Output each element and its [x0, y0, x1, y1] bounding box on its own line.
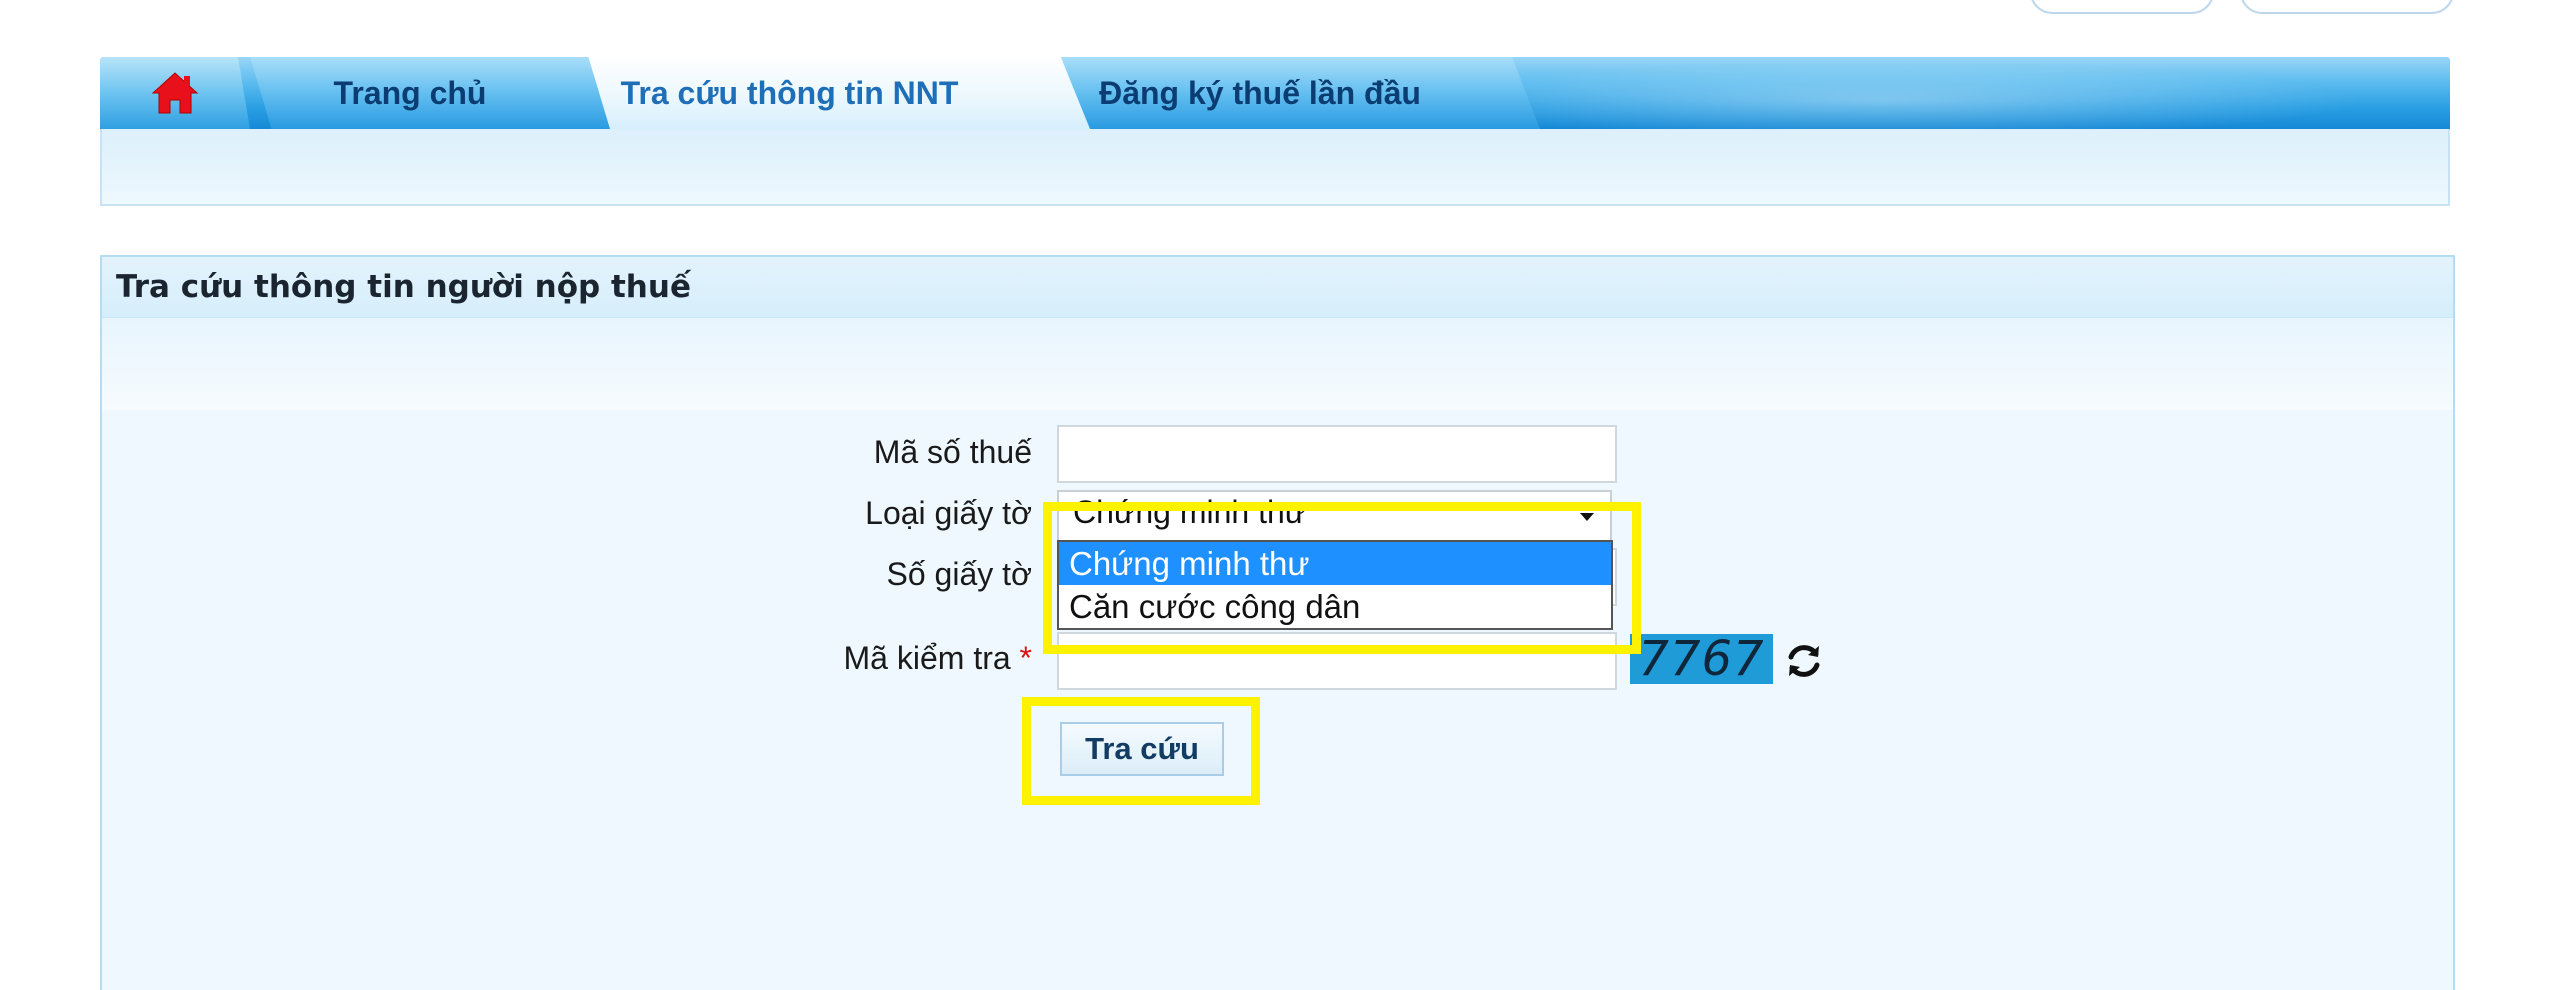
captcha-input[interactable] — [1057, 632, 1617, 690]
tab-first-registration-label: Đăng ký thuế lần đầu — [1099, 74, 1421, 111]
doc-type-option-citizen-id[interactable]: Căn cước công dân — [1059, 585, 1611, 628]
home-icon — [151, 72, 199, 114]
top-right-button-1[interactable] — [2030, 0, 2214, 14]
required-mark: * — [1019, 640, 1032, 676]
doc-type-label: Loại giấy tờ — [865, 495, 1032, 531]
refresh-captcha-icon[interactable] — [1783, 640, 1825, 682]
nav-subbar — [100, 129, 2450, 206]
tab-home-label: Trang chủ — [333, 74, 487, 111]
doc-number-label: Số giấy tờ — [886, 556, 1033, 592]
doc-type-select[interactable]: Chứng minh thư — [1057, 490, 1612, 542]
page: Đăng ký thuế lần đầu Tra cứu thông tin N… — [0, 0, 2550, 990]
tab-home[interactable]: Trang chủ — [250, 57, 610, 129]
search-button[interactable]: Tra cứu — [1060, 722, 1224, 776]
doc-type-option-id-card[interactable]: Chứng minh thư — [1059, 542, 1611, 585]
tab-taxpayer-lookup-label: Tra cứu thông tin NNT — [620, 74, 959, 111]
captcha-image: 7767 — [1630, 634, 1773, 684]
captcha-label-text: Mã kiểm tra — [843, 640, 1011, 676]
chevron-down-icon — [1580, 513, 1594, 521]
tax-code-label: Mã số thuế — [873, 434, 1032, 470]
panel-band — [102, 318, 2453, 410]
doc-type-dropdown-list: Chứng minh thư Căn cước công dân — [1057, 540, 1613, 630]
top-right-button-2[interactable] — [2240, 0, 2454, 14]
home-button[interactable] — [100, 57, 250, 129]
captcha-label: Mã kiểm tra * — [844, 640, 1032, 677]
nav-decoration — [1500, 57, 2450, 129]
main-nav: Đăng ký thuế lần đầu Tra cứu thông tin N… — [100, 57, 2450, 129]
panel-title: Tra cứu thông tin người nộp thuế — [102, 257, 2453, 318]
doc-type-selected-value: Chứng minh thư — [1073, 494, 1307, 530]
tax-code-input[interactable] — [1057, 425, 1617, 483]
